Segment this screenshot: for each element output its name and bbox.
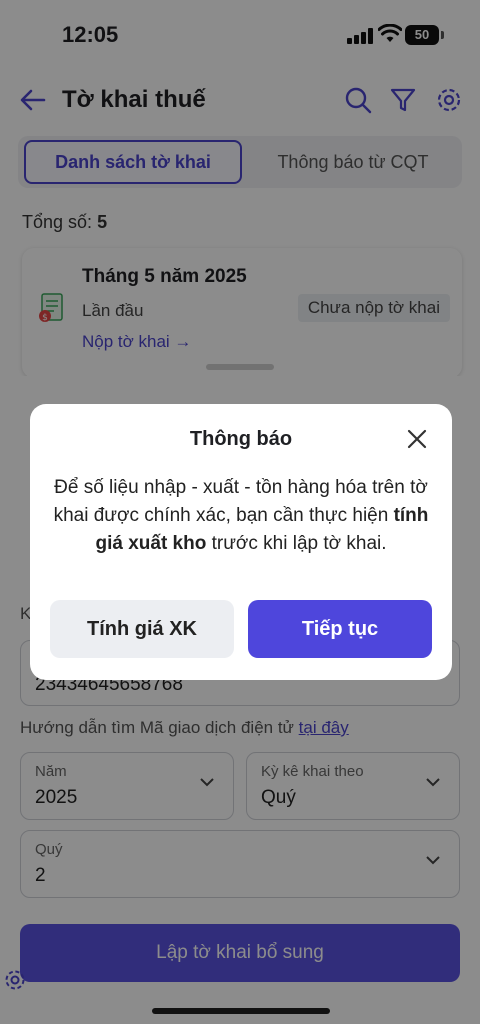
dialog-message: Để số liệu nhập - xuất - tồn hàng hóa tr… — [48, 474, 434, 558]
continue-button[interactable]: Tiếp tục — [248, 600, 432, 658]
close-icon[interactable] — [406, 428, 428, 450]
dialog-message-suffix: trước khi lập tờ khai. — [206, 533, 387, 554]
notice-dialog: Thông báo Để số liệu nhập - xuất - tồn h… — [30, 404, 452, 680]
dialog-message-prefix: Để số liệu nhập - xuất - tồn hàng hóa tr… — [53, 477, 428, 526]
calculate-export-price-button[interactable]: Tính giá XK — [50, 600, 234, 658]
dialog-title: Thông báo — [189, 428, 293, 450]
home-indicator — [152, 1008, 330, 1014]
